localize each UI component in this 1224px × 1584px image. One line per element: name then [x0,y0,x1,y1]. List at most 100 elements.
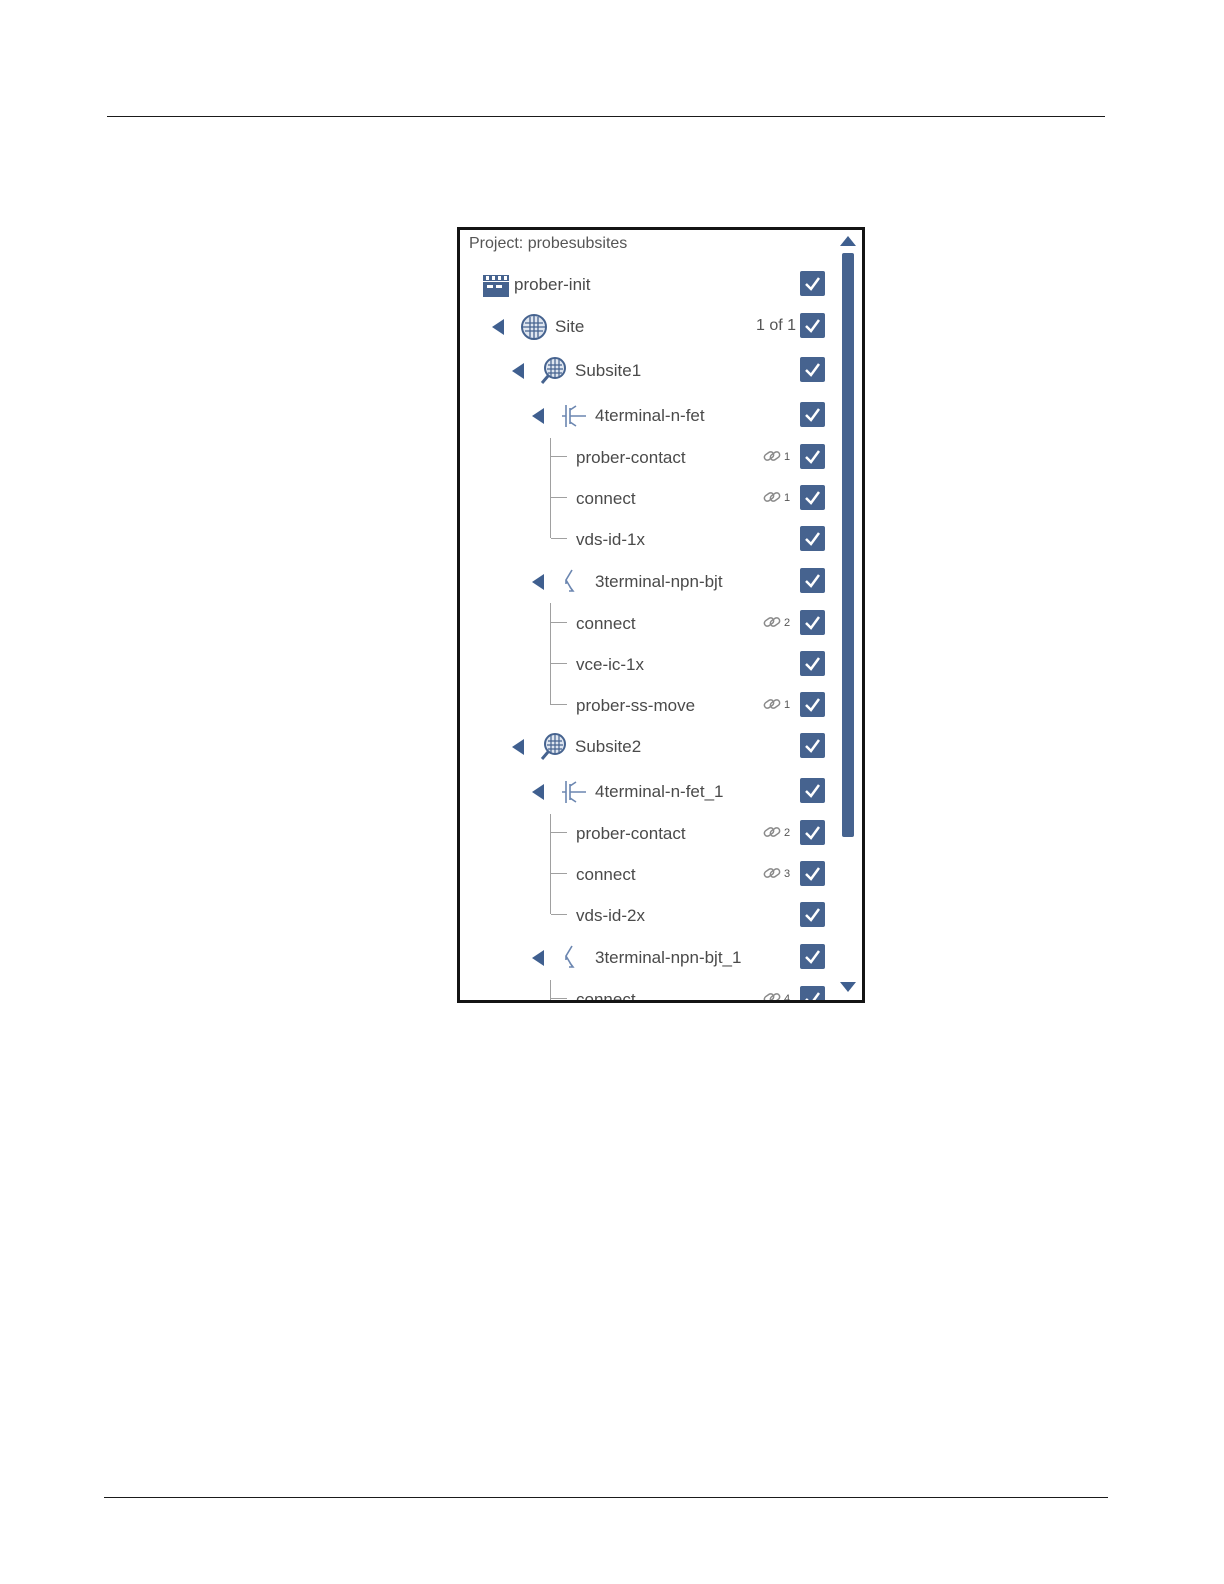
collapse-arrow-icon[interactable] [492,319,504,335]
tree-item-label: 3terminal-npn-bjt_1 [595,948,742,967]
project-title: Project: probesubsites [469,235,628,252]
link-icon [763,868,781,878]
tree-item-connect[interactable]: connect 2 [460,609,830,639]
project-tree-panel: Project: probesubsites prober-init Site … [457,227,865,1003]
tree-branch-line [551,704,567,705]
tree-item-vds-id-2x[interactable]: vds-id-2x [460,901,830,931]
collapse-arrow-icon[interactable] [512,739,524,755]
link-count: 4 [762,989,792,1003]
site-count: 1 of 1 [756,317,797,334]
checkbox-checked[interactable] [800,651,825,676]
tree-item-prober-ss-move[interactable]: prober-ss-move 1 [460,691,830,721]
tree-item-label: prober-ss-move [576,696,696,715]
checkbox-checked[interactable] [800,568,825,593]
checkbox-checked[interactable] [800,402,825,427]
tree-item-label: Subsite2 [575,737,642,756]
link-count-value: 4 [784,993,791,1003]
tree-branch-line [551,497,567,498]
bjt-device-icon [565,945,575,968]
tree-item-label: Subsite1 [575,361,642,380]
globe-icon [521,314,547,340]
link-count-value: 1 [784,699,791,711]
checkbox-checked[interactable] [800,271,825,296]
fet-device-icon [562,405,586,427]
checkbox-checked[interactable] [800,357,825,382]
tree-item-label: Site [555,317,585,336]
tree-item-label: connect [576,990,636,1003]
link-count-value: 2 [784,617,791,629]
scrollbar-thumb[interactable] [842,253,854,837]
tree-item-subsite1[interactable]: Subsite1 [460,356,830,386]
tree-item-4terminal-n-fet[interactable]: 4terminal-n-fet [460,401,830,431]
tree-item-connect[interactable]: connect 1 [460,484,830,514]
checkbox-checked[interactable] [800,778,825,803]
tree-item-vds-id-1x[interactable]: vds-id-1x [460,525,830,555]
scroll-down-arrow-icon[interactable] [840,982,856,992]
tree-item-label: prober-init [514,275,591,294]
tree-item-prober-init[interactable]: prober-init [460,270,830,300]
scroll-up-arrow-icon[interactable] [840,236,856,246]
tree-item-subsite2[interactable]: Subsite2 [460,732,830,762]
link-icon [763,699,781,709]
tree-branch-line [551,873,567,874]
tree-item-label: 3terminal-npn-bjt [595,572,723,591]
link-count: 1 [762,447,792,467]
tree-item-label: vce-ic-1x [576,655,645,674]
tree-item-vce-ic-1x[interactable]: vce-ic-1x [460,650,830,680]
link-count: 2 [762,823,792,843]
checkbox-checked[interactable] [800,692,825,717]
link-count-value: 3 [784,868,791,880]
link-icon [763,451,781,461]
link-count: 1 [762,488,792,508]
tree-item-connect[interactable]: connect 3 [460,860,830,890]
tree-item-label: connect [576,614,636,633]
tree-branch-line [551,663,567,664]
tree-item-label: 4terminal-n-fet_1 [595,782,724,801]
tree-item-3terminal-npn-bjt[interactable]: 3terminal-npn-bjt [460,567,830,597]
checkbox-checked[interactable] [800,313,825,338]
tree-item-label: 4terminal-n-fet [595,406,705,425]
link-count: 1 [762,695,792,715]
checkbox-checked[interactable] [800,861,825,886]
checkbox-checked[interactable] [800,526,825,551]
tree-item-site[interactable]: Site 1 of 1 [460,312,830,342]
checkbox-checked[interactable] [800,820,825,845]
tree-item-connect[interactable]: connect 4 [460,985,830,1003]
tree-item-prober-contact[interactable]: prober-contact 1 [460,443,830,473]
tree-item-prober-contact[interactable]: prober-contact 2 [460,819,830,849]
link-icon [763,827,781,837]
tree-item-4terminal-n-fet-1[interactable]: 4terminal-n-fet_1 [460,777,830,807]
collapse-arrow-icon[interactable] [532,950,544,966]
tree-branch-line [551,622,567,623]
tree-item-label: prober-contact [576,448,686,467]
checkbox-checked[interactable] [800,485,825,510]
checkbox-checked[interactable] [800,986,825,1003]
tree-item-label: prober-contact [576,824,686,843]
checkbox-checked[interactable] [800,944,825,969]
tree-branch-line [551,998,567,999]
link-icon [763,492,781,502]
header-rule [107,116,1105,117]
link-count-value: 1 [784,451,791,463]
tree-item-label: connect [576,489,636,508]
tree-item-label: connect [576,865,636,884]
bjt-device-icon [565,569,575,592]
clapperboard-icon [483,275,509,297]
tree-branch-line [551,538,567,539]
tree-item-3terminal-npn-bjt-1[interactable]: 3terminal-npn-bjt_1 [460,943,830,973]
link-count-value: 1 [784,492,791,504]
link-count-value: 2 [784,827,791,839]
checkbox-checked[interactable] [800,902,825,927]
fet-device-icon [562,781,586,803]
collapse-arrow-icon[interactable] [532,784,544,800]
tree-branch-line [551,832,567,833]
collapse-arrow-icon[interactable] [532,408,544,424]
wafer-search-icon [540,733,566,760]
collapse-arrow-icon[interactable] [532,574,544,590]
checkbox-checked[interactable] [800,733,825,758]
link-count: 2 [762,613,792,633]
collapse-arrow-icon[interactable] [512,363,524,379]
tree-item-label: vds-id-2x [576,906,645,925]
checkbox-checked[interactable] [800,444,825,469]
checkbox-checked[interactable] [800,610,825,635]
